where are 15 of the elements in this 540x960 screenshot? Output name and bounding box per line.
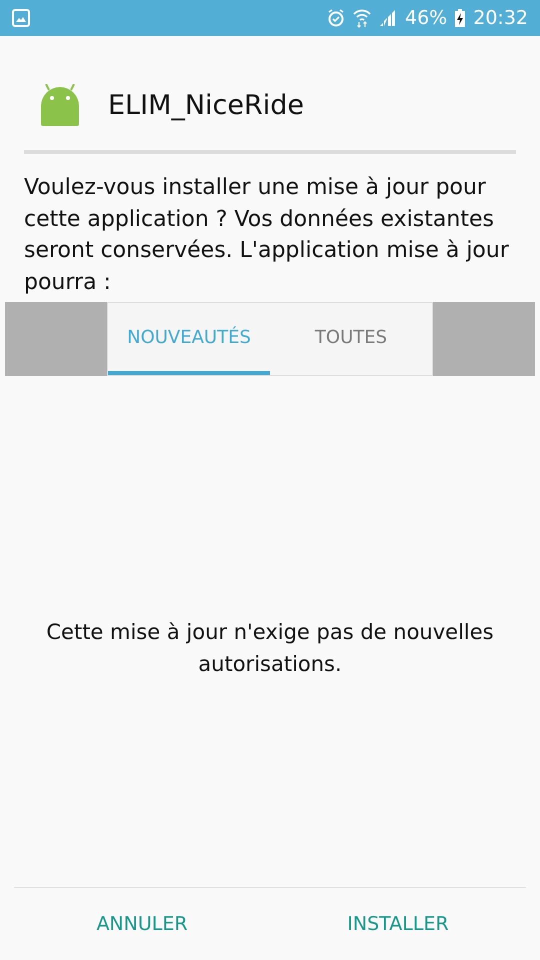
alarm-icon <box>327 8 345 28</box>
permissions-notice: Cette mise à jour n'exige pas de nouvelles autorisations. <box>45 618 495 678</box>
tab[interactable]: TOUTES <box>270 303 432 375</box>
status-time: 20:32 <box>473 7 528 29</box>
install-button[interactable]: INSTALLER <box>270 888 526 960</box>
wifi-icon <box>353 8 371 28</box>
app-name: ELIM_NiceRide <box>108 90 304 120</box>
battery-charging-icon <box>455 9 466 27</box>
tab[interactable]: NOUVEAUTÉS <box>108 303 270 375</box>
install-message: Voulez-vous installer une mise à jour pour cette application ? Vos données existantes seront conservées. L'application mise à jour pourra : <box>24 174 510 296</box>
android-icon <box>40 84 80 126</box>
signal-icon <box>379 9 397 27</box>
battery-percentage: 46% <box>405 7 448 29</box>
picture-icon <box>12 9 30 27</box>
cancel-button[interactable]: ANNULER <box>14 888 270 960</box>
